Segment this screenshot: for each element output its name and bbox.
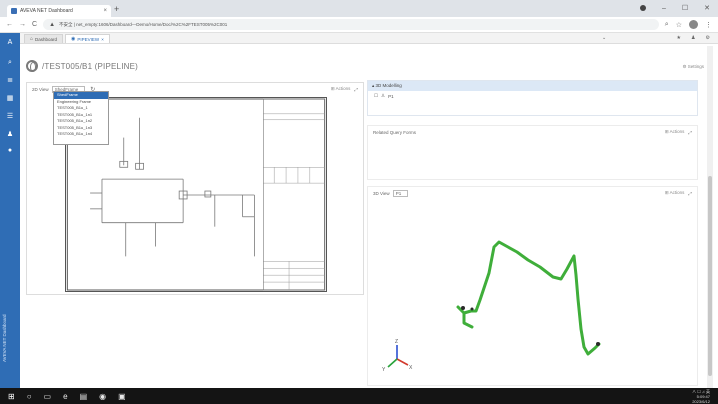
actions-button[interactable]: ⊞ Actions [665,190,685,196]
panel-3d-modelling-header[interactable]: ▴ 3D Modelling [368,81,697,91]
rail-vertical-label: AVEVA NET Dashboard [2,314,7,362]
stack-icon[interactable]: ≣ [5,77,15,85]
star-icon[interactable]: ★ [677,35,681,41]
url-text: 不安全 | net_empty:1606/Dashboard—Demo/Home… [59,21,228,27]
browser-tab[interactable]: AVEVA NET Dashboard × [7,5,111,17]
panel-2d-label: 2D View [32,86,49,92]
search-icon[interactable]: ○ [27,392,32,401]
actions-button[interactable]: ⊞ Actions [665,129,685,135]
new-tab-button[interactable]: + [114,5,119,14]
list-icon[interactable]: ☰ [5,113,15,121]
tab-close-icon[interactable]: × [101,37,104,42]
panel-2d-view: 2D View ShedFrame ↻ ⊞ Actions ⤢ ShedFram… [26,82,364,295]
warning-icon: ▲ [49,21,56,28]
app-tab-strip: ⌂ Dashboard ◉ PIPEVIEW × ⌄ ★ ♟ ⚙ [20,33,718,44]
axis-z-label: Z [395,339,398,345]
expand-icon[interactable]: ⤢ [354,87,358,92]
windows-start-icon[interactable]: ⊞ [8,392,15,401]
actions-button[interactable]: ⊞ Actions [331,86,351,92]
pipe-icon: ◉ [71,36,76,42]
panel-related-query-forms: Related Query Forms ⊞ Actions ⤢ [367,125,698,180]
home-icon: ⌂ [30,36,34,42]
page-title: /TEST005/B1 (PIPELINE) [42,61,138,71]
logo-icon[interactable]: A [5,39,15,47]
pipe-node [596,342,600,346]
scrollbar-thumb[interactable] [708,176,712,376]
globe-icon [26,60,38,72]
app-tab-actions: ★ ♟ ⚙ [677,35,710,41]
task-view-icon[interactable]: ▭ [44,392,52,401]
file-explorer-icon[interactable]: ▤ [80,392,88,401]
minimize-icon[interactable]: – [662,5,666,12]
expand-icon[interactable]: ⤢ [688,130,692,135]
panel-rqf-header: Related Query Forms ⊞ Actions ⤢ [368,126,697,138]
clock[interactable]: ∧ ☐ ♫ 英 5:09:47 2023/6/12 [692,389,710,404]
chrome-icon[interactable]: ◉ [99,392,106,401]
expand-icon[interactable]: ⤢ [688,191,692,196]
left-rail: A ⌕ ≣ ▦ ☰ ♟ ● AVEVA NET Dashboard [0,33,20,388]
tree-row-label: P1 [388,93,394,99]
zoom-icon[interactable]: ⌕ [665,21,669,29]
tab-dashboard-label: Dashboard [35,36,58,42]
address-bar: ← → C ▲ 不安全 | net_empty:1606/Dashboard—D… [0,17,718,33]
user-icon[interactable]: ♟ [5,131,15,139]
axis-x-label: X [409,365,413,371]
grid-icon[interactable]: ▦ [5,95,15,103]
panel-3d-modelling: ▴ 3D Modelling ☐ ♙ P1 [367,80,698,116]
reload-button[interactable]: C [32,21,37,28]
pipe-node [470,307,474,311]
app-icon[interactable]: ▣ [118,392,126,401]
tab-dashboard[interactable]: ⌂ Dashboard [24,34,64,43]
back-button[interactable]: ← [6,21,13,28]
3d-view-select[interactable]: P1 [392,189,409,197]
search-icon[interactable]: ⌕ [5,59,15,67]
maximize-icon[interactable]: ☐ [682,4,688,12]
settings-button[interactable]: ⚙ Settings [682,64,704,70]
pipe-node [461,306,465,310]
tree-row[interactable]: ☐ ♙ P1 [368,91,697,101]
favicon-icon [11,8,17,14]
profile-avatar[interactable] [689,20,698,29]
3d-viewport[interactable]: Z X Y [368,199,699,385]
person-icon[interactable]: ♟ [691,35,695,41]
pipe-model [456,240,601,356]
tab-pipeview[interactable]: ◉ PIPEVIEW × [65,34,110,43]
page-scrollbar[interactable] [707,46,713,388]
info-icon[interactable]: ● [5,147,15,155]
pipe-node-icon: ♙ [381,93,386,98]
close-icon[interactable]: × [103,8,107,14]
axis-triad [387,345,409,368]
tab-pipeview-label: PIPEVIEW [77,36,100,42]
checkbox-icon[interactable]: ☐ [374,93,378,99]
panel-3d-header: 3D View P1 ⊞ Actions ⤢ [368,187,697,199]
panel-2d-actions: ⊞ Actions ⤢ [331,86,358,92]
account-icon[interactable] [639,5,646,11]
browser-actions: ⌕ ☆ ⋮ [665,20,712,29]
browser-tab-bar: AVEVA NET Dashboard × + – ☐ ✕ [0,0,718,17]
os-taskbar: ⊞ ○ ▭ e ▤ ◉ ▣ ∧ ☐ ♫ 英 5:09:47 2023/6/12 [0,388,718,404]
axis-y-label: Y [382,367,386,373]
gear-icon[interactable]: ⚙ [706,35,710,41]
menu-icon[interactable]: ⋮ [705,21,712,29]
browser-tab-title: AVEVA NET Dashboard [20,8,73,14]
panel-rqf-label: Related Query Forms [373,129,417,135]
window-close-icon[interactable]: ✕ [704,4,710,12]
panel-3d-label: 3D View [373,190,390,196]
page-header: /TEST005/B1 (PIPELINE) [26,60,138,72]
url-field[interactable]: ▲ 不安全 | net_empty:1606/Dashboard—Demo/Ho… [43,19,659,30]
clock-date: 2023/6/12 [692,398,710,404]
panel-rqf-actions: ⊞ Actions ⤢ [665,129,692,135]
dropdown-option[interactable]: TEST005_B1u_1n4 [54,131,108,138]
view-dropdown-list[interactable]: ShedFrame Engineering Frame TEST005_B1u_… [53,91,109,145]
window-controls: – ☐ ✕ [639,4,710,12]
edge-browser-icon[interactable]: e [63,392,67,401]
panel-3d-view: 3D View P1 ⊞ Actions ⤢ Z X Y [367,186,698,386]
forward-button[interactable]: → [19,21,26,28]
bookmark-star-icon[interactable]: ☆ [676,21,682,29]
panel-3d-actions: ⊞ Actions ⤢ [665,190,692,196]
chevron-down-icon[interactable]: ⌄ [602,35,606,41]
